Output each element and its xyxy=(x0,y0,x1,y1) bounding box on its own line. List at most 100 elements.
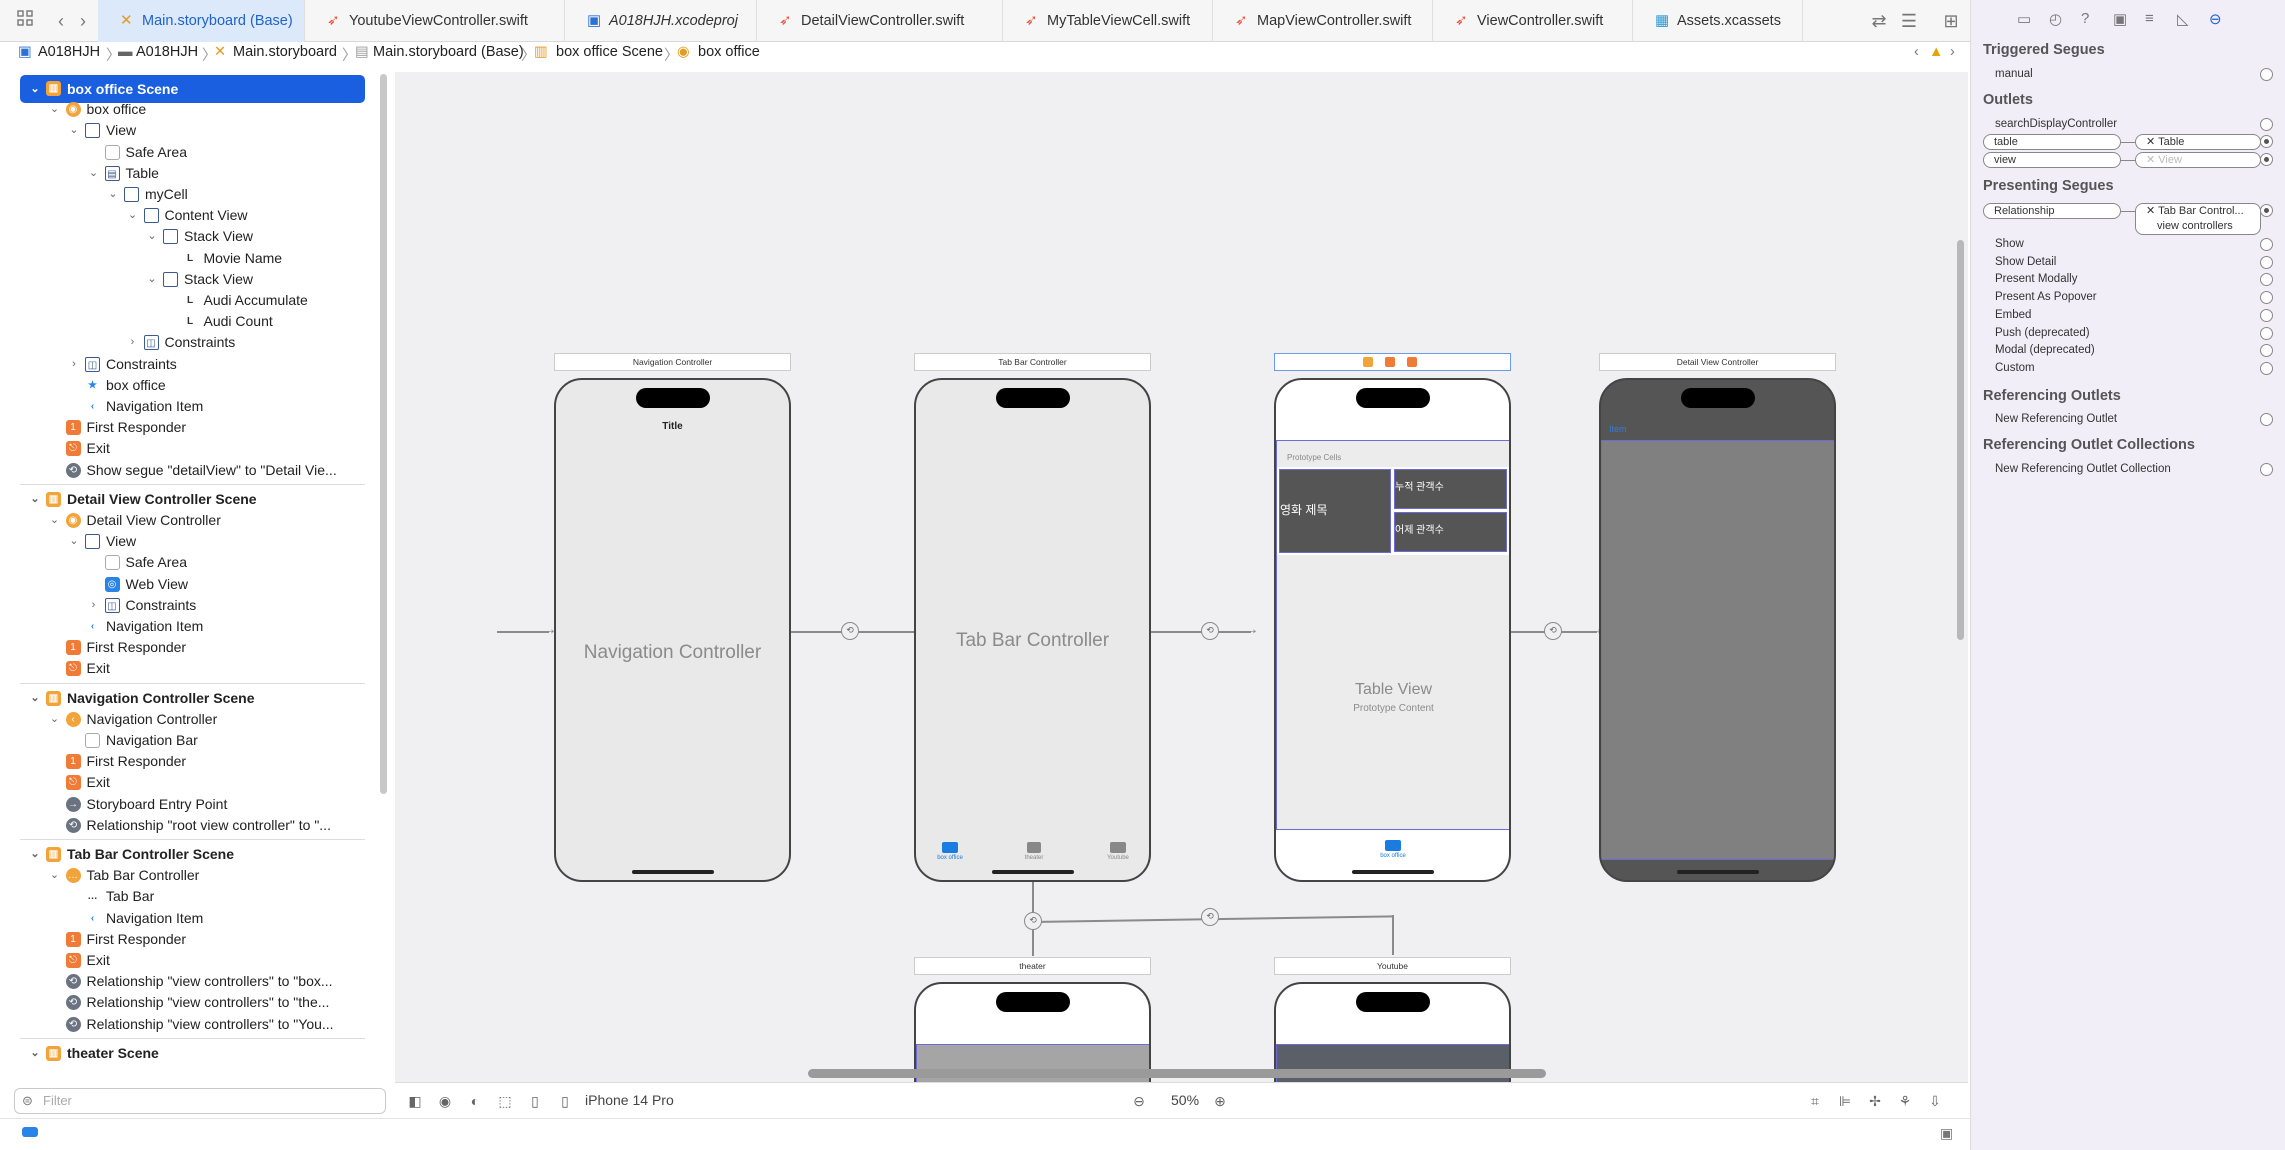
segue-connect-handle[interactable] xyxy=(2260,273,2273,287)
disclosure-open-icon[interactable]: ⌄ xyxy=(28,844,42,865)
tab-scene-title[interactable]: Tab Bar Controller xyxy=(914,353,1151,371)
outline-scene-header[interactable]: ⌄ ▥ theater Scene xyxy=(0,1043,380,1064)
disclosure-closed-icon[interactable]: › xyxy=(87,595,101,616)
relationship-segue-icon[interactable]: ⟲ xyxy=(841,622,859,640)
show-segue-icon[interactable]: ⟲ xyxy=(1544,622,1562,640)
editor-tab[interactable]: ✕ Main.storyboard (Base) xyxy=(98,0,305,42)
outline-item[interactable]: ⟲ Relationship "view controllers" to "the… xyxy=(0,992,380,1013)
embed-icon[interactable]: ⇩ xyxy=(1925,1091,1945,1111)
appearance-icon[interactable]: ◉ xyxy=(435,1091,455,1111)
new-referencing-outlet-handle[interactable] xyxy=(2260,413,2273,426)
disclosure-open-icon[interactable]: ⌄ xyxy=(28,1043,42,1064)
outline-item[interactable]: › ◫ Constraints xyxy=(0,332,380,353)
editor-tab[interactable]: ➶ MyTableViewCell.swift xyxy=(1003,0,1213,42)
outline-scene-header[interactable]: ⌄ ▥ Tab Bar Controller Scene xyxy=(0,844,380,865)
outline-item[interactable]: → Storyboard Entry Point xyxy=(0,794,380,815)
outline-item[interactable]: ⌄ View xyxy=(0,120,380,141)
outlet-table-target[interactable]: ✕ Table xyxy=(2135,134,2261,150)
editor-tab[interactable]: ➶ MapViewController.swift xyxy=(1213,0,1433,42)
outline-item[interactable]: › ◫ Constraints xyxy=(0,354,380,375)
disclosure-closed-icon[interactable]: › xyxy=(126,332,140,353)
add-constraints-icon[interactable]: ✢ xyxy=(1865,1091,1885,1111)
disclosure-open-icon[interactable]: ⌄ xyxy=(87,163,101,184)
connections-icon[interactable]: ⊖ xyxy=(2209,10,2222,28)
breadcrumb-scene[interactable]: box office Scene xyxy=(556,44,663,60)
device-selector[interactable]: iPhone 14 Pro xyxy=(585,1092,674,1108)
disclosure-open-icon[interactable]: ⌄ xyxy=(145,269,159,290)
outline-item[interactable]: ⌄ ◉ Detail View Controller xyxy=(0,510,380,531)
back-item[interactable]: Item xyxy=(1609,424,1627,434)
relationship-target[interactable]: ✕ Tab Bar Control... view controllers xyxy=(2135,203,2261,235)
boxoffice-scene-dock[interactable] xyxy=(1274,353,1511,371)
outline-item[interactable]: ‹ Navigation Item xyxy=(0,908,380,929)
outline-item[interactable]: 1 First Responder xyxy=(0,417,380,438)
disclosure-open-icon[interactable]: ⌄ xyxy=(126,205,140,226)
segue-connect-handle[interactable] xyxy=(2260,344,2273,358)
editor-tab[interactable]: ▦ Assets.xcassets xyxy=(1633,0,1803,42)
disclosure-open-icon[interactable]: ⌄ xyxy=(48,510,62,531)
attributes-icon[interactable]: ≡ xyxy=(2145,10,2154,27)
outline-item[interactable]: ⌄ ▤ Table xyxy=(0,163,380,184)
youtube-scene-title[interactable]: Youtube xyxy=(1274,957,1511,975)
editor-tab[interactable]: ▣ A018HJH.xcodeproj xyxy=(565,0,757,42)
forward-icon[interactable]: › xyxy=(70,9,96,33)
theater-scene-title[interactable]: theater xyxy=(914,957,1151,975)
zoom-in-icon[interactable]: ⊕ xyxy=(1210,1091,1230,1111)
canvas-horizontal-scrollbar[interactable] xyxy=(808,1069,1546,1078)
disclosure-open-icon[interactable]: ⌄ xyxy=(48,865,62,886)
outline-item[interactable]: 1 First Responder xyxy=(0,751,380,772)
next-issue-icon[interactable]: › xyxy=(1950,44,1955,60)
segue-connect-handle[interactable] xyxy=(2260,361,2273,375)
outlet-view-target[interactable]: ✕ View xyxy=(2135,152,2261,168)
audi-accumulate-label[interactable]: 누적 관객수 xyxy=(1394,469,1507,509)
segue-connect-handle[interactable] xyxy=(2260,308,2273,322)
help-icon[interactable]: ? xyxy=(2081,10,2089,27)
outline-item[interactable]: 1 First Responder xyxy=(0,637,380,658)
disclosure-open-icon[interactable]: ⌄ xyxy=(28,688,42,709)
outline-scene-header[interactable]: ⌄ ▥ Navigation Controller Scene xyxy=(0,688,380,709)
zoom-level[interactable]: 50% xyxy=(1171,1092,1199,1108)
grid-icon[interactable] xyxy=(12,9,38,33)
disclosure-open-icon[interactable]: ⌄ xyxy=(145,226,159,247)
manual-connect-handle[interactable] xyxy=(2260,68,2273,81)
breadcrumb-project[interactable]: A018HJH xyxy=(38,44,100,60)
first-responder-icon[interactable] xyxy=(1385,357,1395,367)
update-frames-icon[interactable]: ⌗ xyxy=(1805,1091,1825,1111)
prototype-cell[interactable]: 영화 제목 누적 관객수 어제 관객수 xyxy=(1277,467,1509,555)
tab-item-theater[interactable]: theater xyxy=(1018,842,1050,861)
editor-tab[interactable]: ➶ ViewController.swift xyxy=(1433,0,1633,42)
detail-phone[interactable]: Item xyxy=(1599,378,1836,882)
outline-item[interactable]: 1 First Responder xyxy=(0,929,380,950)
outline-item[interactable]: ‹ Navigation Item xyxy=(0,396,380,417)
tab-item-boxoffice[interactable]: box office xyxy=(1376,840,1410,859)
table-view[interactable]: Prototype Cells 영화 제목 누적 관객수 어제 관객수 Tabl… xyxy=(1276,440,1509,830)
outline-item[interactable]: ⌄ Stack View xyxy=(0,226,380,247)
outline-item[interactable]: ⎋ Exit xyxy=(0,950,380,971)
outline-scene-header[interactable]: ⌄ ▥ Detail View Controller Scene xyxy=(0,489,380,510)
outline-item[interactable]: ★ box office xyxy=(0,375,380,396)
zoom-out-icon[interactable]: ⊖ xyxy=(1129,1091,1149,1111)
outline-item[interactable]: ⌄ myCell xyxy=(0,184,380,205)
outline-item[interactable]: Navigation Bar xyxy=(0,730,380,751)
build-status-icon[interactable] xyxy=(22,1127,38,1137)
disclosure-open-icon[interactable]: ⌄ xyxy=(28,489,42,510)
list-icon[interactable]: ☰ xyxy=(1896,9,1922,33)
relationship-segue-icon[interactable]: ⟲ xyxy=(1201,622,1219,640)
outline-item[interactable]: ⌄ Content View xyxy=(0,205,380,226)
outline-item[interactable]: ⟲ Relationship "root view controller" to … xyxy=(0,815,380,836)
tab-item-youtube[interactable]: Youtube xyxy=(1102,842,1134,861)
outline-item[interactable]: ⟲ Show segue "detailView" to "Detail Vie.… xyxy=(0,460,380,481)
add-editor-icon[interactable]: ⊞ xyxy=(1938,9,1964,33)
align-icon[interactable]: ⊫ xyxy=(1835,1091,1855,1111)
outline-item[interactable]: L Movie Name xyxy=(0,248,380,269)
size-icon[interactable]: ◺ xyxy=(2177,10,2189,28)
debug-area-icon[interactable]: ▣ xyxy=(1940,1125,1953,1142)
outline-item[interactable]: ⎋ Exit xyxy=(0,438,380,459)
movie-name-label[interactable]: 영화 제목 xyxy=(1279,469,1391,553)
viewcontroller-icon[interactable] xyxy=(1363,357,1373,367)
outline-item[interactable]: › ◫ Constraints xyxy=(0,595,380,616)
disclosure-open-icon[interactable]: ⌄ xyxy=(48,99,62,120)
outline-item[interactable]: L Audi Count xyxy=(0,311,380,332)
breadcrumb-base[interactable]: Main.storyboard (Base) xyxy=(373,44,524,60)
boxoffice-phone[interactable]: Prototype Cells 영화 제목 누적 관객수 어제 관객수 Tabl… xyxy=(1274,378,1511,882)
